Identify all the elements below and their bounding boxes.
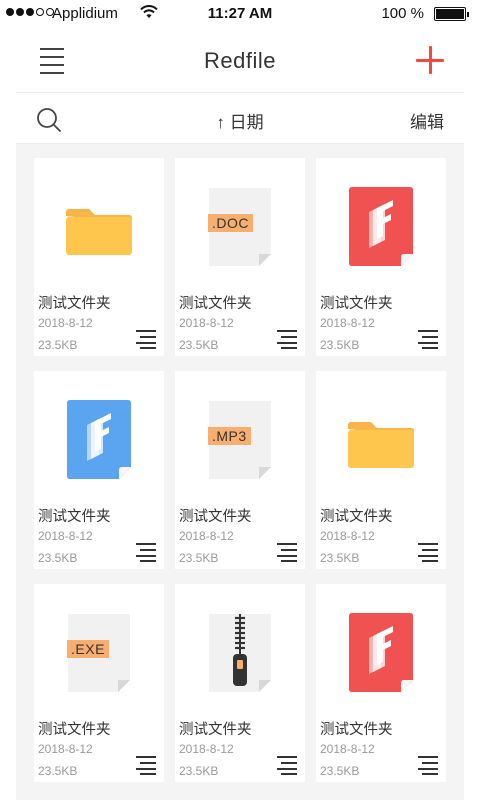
file-size: 23.5KB xyxy=(38,551,78,565)
file-name: 测试文件夹 xyxy=(320,296,393,312)
file-menu-icon[interactable] xyxy=(418,543,438,562)
file-card[interactable]: 测试文件夹 2018-8-12 23.5KB xyxy=(175,584,305,782)
toolbar: ↑ 日期 编辑 xyxy=(16,92,464,144)
file-name: 测试文件夹 xyxy=(38,296,111,312)
file-date: 2018-8-12 xyxy=(38,529,93,543)
file-card[interactable]: .EXE 测试文件夹 2018-8-12 23.5KB xyxy=(34,584,164,782)
nav-bar: Redfile xyxy=(0,28,480,92)
edit-button[interactable]: 编辑 xyxy=(410,108,444,133)
red-app-file-icon xyxy=(349,613,413,692)
file-card[interactable]: .DOC 测试文件夹 2018-8-12 23.5KB xyxy=(175,158,305,356)
file-date: 2018-8-12 xyxy=(179,529,234,543)
sort-by-date-control: ↑ 日期 xyxy=(16,108,464,133)
file-name: 测试文件夹 xyxy=(179,296,252,312)
file-size: 23.5KB xyxy=(320,764,360,778)
blue-app-file-icon xyxy=(67,400,131,479)
file-name: 测试文件夹 xyxy=(320,722,393,738)
file-size: 23.5KB xyxy=(38,764,78,778)
battery-icon xyxy=(434,7,469,21)
red-app-file-icon xyxy=(349,187,413,266)
file-menu-icon[interactable] xyxy=(277,756,297,775)
file-size: 23.5KB xyxy=(179,764,219,778)
file-name: 测试文件夹 xyxy=(179,722,252,738)
file-name: 测试文件夹 xyxy=(38,509,111,525)
file-card[interactable]: 测试文件夹 2018-8-12 23.5KB xyxy=(316,158,446,356)
file-size: 23.5KB xyxy=(320,338,360,352)
battery-percent: 100 % xyxy=(381,5,424,22)
file-menu-icon[interactable] xyxy=(136,543,156,562)
folder-icon xyxy=(66,209,132,255)
file-extension-label: .EXE xyxy=(67,640,109,658)
file-name: 测试文件夹 xyxy=(38,722,111,738)
sort-arrow-up-icon[interactable]: ↑ xyxy=(216,113,225,132)
add-icon[interactable] xyxy=(416,46,444,74)
search-icon[interactable] xyxy=(36,107,62,133)
file-menu-icon[interactable] xyxy=(418,756,438,775)
file-name: 测试文件夹 xyxy=(179,509,252,525)
file-grid: 测试文件夹 2018-8-12 23.5KB .DOC 测试文件夹 2018-8… xyxy=(16,144,464,800)
sort-label[interactable]: 日期 xyxy=(230,113,264,132)
zip-file-icon xyxy=(209,614,271,692)
file-date: 2018-8-12 xyxy=(179,316,234,330)
file-date: 2018-8-12 xyxy=(38,316,93,330)
file-date: 2018-8-12 xyxy=(320,316,375,330)
file-card[interactable]: 测试文件夹 2018-8-12 23.5KB xyxy=(316,584,446,782)
file-date: 2018-8-12 xyxy=(38,742,93,756)
file-menu-icon[interactable] xyxy=(136,756,156,775)
file-size: 23.5KB xyxy=(179,551,219,565)
file-extension-label: .MP3 xyxy=(208,427,251,445)
file-menu-icon[interactable] xyxy=(277,330,297,349)
file-card[interactable]: .MP3 测试文件夹 2018-8-12 23.5KB xyxy=(175,371,305,569)
file-size: 23.5KB xyxy=(179,338,219,352)
file-date: 2018-8-12 xyxy=(320,742,375,756)
file-date: 2018-8-12 xyxy=(179,742,234,756)
file-menu-icon[interactable] xyxy=(277,543,297,562)
file-menu-icon[interactable] xyxy=(136,330,156,349)
file-date: 2018-8-12 xyxy=(320,529,375,543)
file-extension-label: .DOC xyxy=(208,214,253,232)
file-name: 测试文件夹 xyxy=(320,509,393,525)
file-size: 23.5KB xyxy=(38,338,78,352)
file-size: 23.5KB xyxy=(320,551,360,565)
page-title: Redfile xyxy=(204,48,276,73)
file-menu-icon[interactable] xyxy=(418,330,438,349)
file-card[interactable]: 测试文件夹 2018-8-12 23.5KB xyxy=(316,371,446,569)
file-card[interactable]: 测试文件夹 2018-8-12 23.5KB xyxy=(34,158,164,356)
status-bar: Applidium 11:27 AM 100 % xyxy=(0,0,480,28)
folder-icon xyxy=(348,422,414,468)
file-card[interactable]: 测试文件夹 2018-8-12 23.5KB xyxy=(34,371,164,569)
